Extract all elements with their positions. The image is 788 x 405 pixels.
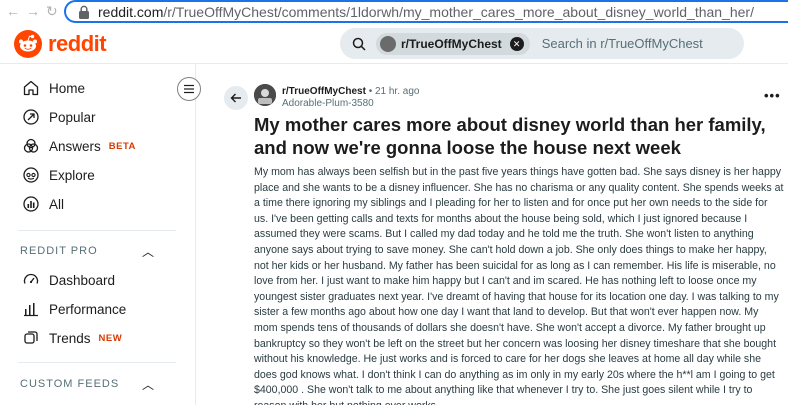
sidebar-item-trends[interactable]: Trends NEW xyxy=(0,323,180,353)
sidebar-item-all[interactable]: All xyxy=(0,189,180,219)
sidebar-item-home[interactable]: Home xyxy=(0,73,180,103)
all-icon xyxy=(23,196,39,212)
sidebar-item-performance[interactable]: Performance xyxy=(0,294,180,324)
sidebar-item-label: Home xyxy=(49,80,86,96)
reddit-logo[interactable]: reddit xyxy=(14,30,107,58)
sidebar-item-label: Performance xyxy=(49,301,127,317)
sidebar-divider xyxy=(18,362,176,363)
chevron-up-icon[interactable]: ︿ xyxy=(142,376,154,393)
sidebar-item-dashboard[interactable]: Dashboard xyxy=(0,265,180,295)
lock-icon xyxy=(79,5,89,19)
post-title: My mother cares more about disney world … xyxy=(254,114,766,158)
chevron-up-icon[interactable]: ︿ xyxy=(142,243,154,260)
reddit-pro-title: REDDIT PRO xyxy=(20,245,98,257)
sidebar-item-explore[interactable]: Explore xyxy=(0,160,180,190)
forward-arrow-icon[interactable]: → xyxy=(26,3,40,19)
search-icon xyxy=(352,37,366,51)
answers-icon xyxy=(23,138,39,153)
arrow-left-icon xyxy=(230,93,241,103)
url-path: /r/TrueOffMyChest/comments/1ldorwh/my_mo… xyxy=(163,3,754,20)
subreddit-link[interactable]: r/TrueOffMyChest xyxy=(282,86,366,97)
sidebar-item-label: Answers xyxy=(49,138,101,154)
sidebar-item-label: Popular xyxy=(49,109,96,125)
url-host: reddit.com xyxy=(98,3,164,20)
back-button[interactable] xyxy=(224,86,248,110)
more-options-button[interactable]: ••• xyxy=(764,88,781,103)
search-input[interactable]: Search in r/TrueOffMyChest xyxy=(542,36,703,51)
reload-icon[interactable]: ↻ xyxy=(46,3,58,19)
reddit-snoo-icon xyxy=(14,30,42,58)
sidebar-divider xyxy=(18,230,176,231)
browser-bar: ← → ↻ reddit.com/r/TrueOffMyChest/commen… xyxy=(0,0,788,24)
clear-scope-icon[interactable]: ✕ xyxy=(509,36,524,51)
sidebar-item-label: Explore xyxy=(49,167,95,183)
home-icon xyxy=(23,80,39,96)
search-scope-chip[interactable]: r/TrueOffMyChest ✕ xyxy=(376,32,530,55)
sidebar-item-answers[interactable]: Answers BETA xyxy=(0,131,180,161)
post-body: My mom has always been selfish but in th… xyxy=(254,166,784,405)
logo-wordmark: reddit xyxy=(48,31,107,56)
beta-badge: BETA xyxy=(108,140,136,152)
address-bar[interactable]: reddit.com/r/TrueOffMyChest/comments/1ld… xyxy=(64,0,788,23)
trends-icon xyxy=(24,331,38,344)
reddit-pro-section-header[interactable]: REDDIT PRO ︿ xyxy=(20,241,154,261)
post-author[interactable]: Adorable-Plum-3580 xyxy=(282,98,374,109)
search-bar[interactable]: r/TrueOffMyChest ✕ Search in r/TrueOffMy… xyxy=(340,28,744,59)
sidebar-item-label: Dashboard xyxy=(49,272,116,288)
dashboard-icon xyxy=(23,273,39,284)
subreddit-avatar[interactable] xyxy=(254,84,276,106)
new-badge: NEW xyxy=(98,332,123,344)
performance-icon xyxy=(24,303,38,317)
custom-feeds-section-header[interactable]: CUSTOM FEEDS ︿ xyxy=(20,374,154,394)
sidebar-item-label: Trends xyxy=(49,330,91,346)
site-header: reddit r/TrueOffMyChest ✕ Search in r/Tr… xyxy=(0,24,788,64)
explore-icon xyxy=(23,167,39,183)
popular-icon xyxy=(23,109,39,125)
custom-feeds-title: CUSTOM FEEDS xyxy=(20,378,120,390)
left-sidebar: Home Popular Answers BETA Explore All RE… xyxy=(0,64,196,405)
post-time: • 21 hr. ago xyxy=(368,86,420,97)
subreddit-icon xyxy=(254,84,276,106)
search-scope-label: r/TrueOffMyChest xyxy=(401,36,502,51)
subreddit-avatar-icon xyxy=(380,35,396,52)
back-arrow-icon[interactable]: ← xyxy=(6,3,20,19)
sidebar-item-label: All xyxy=(49,196,65,212)
sidebar-item-popular[interactable]: Popular xyxy=(0,102,180,132)
sidebar-toggle-button[interactable] xyxy=(177,77,201,101)
post-meta: r/TrueOffMyChest • 21 hr. ago xyxy=(282,86,419,97)
hamburger-icon xyxy=(184,84,194,94)
